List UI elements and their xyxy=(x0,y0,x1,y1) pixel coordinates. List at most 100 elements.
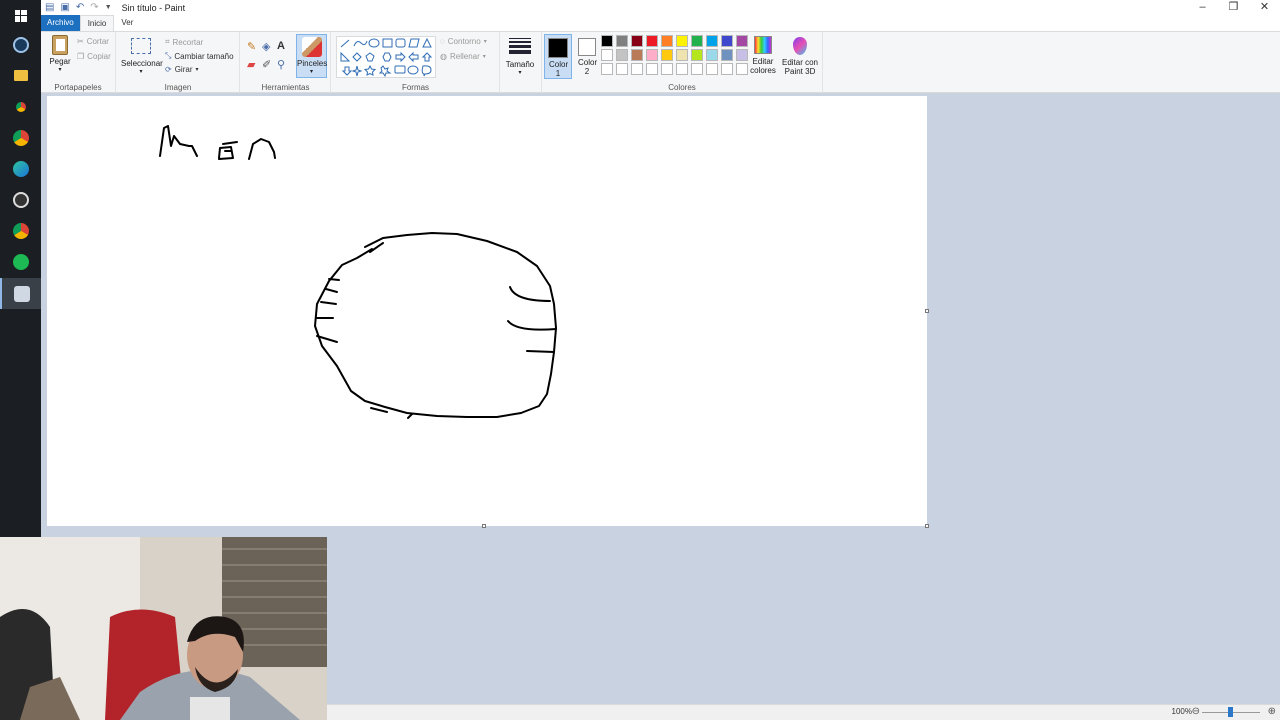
palette-swatch[interactable] xyxy=(661,35,673,47)
palette-swatch[interactable] xyxy=(601,49,613,61)
select-button[interactable]: Seleccionar ▾ xyxy=(121,35,163,77)
chevron-down-icon: ▾ xyxy=(195,67,199,73)
palette-swatch[interactable] xyxy=(631,35,643,47)
cut-label: Cortar xyxy=(86,37,109,46)
palette-swatch[interactable] xyxy=(676,35,688,47)
copy-button[interactable]: ❐ Copiar xyxy=(77,52,111,61)
taskbar xyxy=(0,0,41,537)
pencil-icon[interactable]: ✎ xyxy=(247,40,256,53)
palette-swatch[interactable] xyxy=(616,35,628,47)
redo-icon[interactable]: ↷ xyxy=(90,2,98,13)
selection-icon xyxy=(131,38,151,54)
outline-icon: ◌ xyxy=(440,37,445,46)
magnifier-icon[interactable]: ⚲ xyxy=(277,58,285,71)
rotate-label: Girar xyxy=(174,65,193,74)
customize-toolbar-icon[interactable]: ▼ xyxy=(105,4,112,11)
tab-ver[interactable]: Ver xyxy=(114,15,140,31)
palette-swatch[interactable] xyxy=(721,35,733,47)
windows-start-icon[interactable] xyxy=(0,0,41,31)
shapes-gallery[interactable] xyxy=(336,36,436,78)
undo-icon[interactable]: ↶ xyxy=(76,2,84,13)
edit-colors-button[interactable]: Editar colores xyxy=(746,35,780,75)
palette-swatch[interactable] xyxy=(691,35,703,47)
chrome-icon[interactable] xyxy=(0,215,41,246)
clipboard-icon xyxy=(52,35,68,55)
tab-inicio[interactable]: Inicio xyxy=(79,15,115,31)
palette-swatch[interactable] xyxy=(721,63,733,75)
edit-colors-label: Editar colores xyxy=(750,57,776,75)
palette-swatch[interactable] xyxy=(676,63,688,75)
spotify-icon[interactable] xyxy=(0,246,41,277)
line-width-icon xyxy=(509,38,531,54)
palette-swatch[interactable] xyxy=(691,49,703,61)
file-explorer-icon[interactable] xyxy=(0,60,41,91)
fill-button[interactable]: ◍ Rellenar ▾ xyxy=(440,52,486,61)
zoom-in-icon[interactable]: ⊕ xyxy=(1268,706,1276,717)
quick-access-toolbar: ▤ ▣ ↶ ↷ ▼ xyxy=(41,0,112,15)
paste-button[interactable]: Pegar ▾ xyxy=(47,35,73,75)
zoom-slider-thumb[interactable] xyxy=(1228,707,1233,717)
webcam-image xyxy=(0,537,327,720)
restore-button[interactable]: ❐ xyxy=(1218,0,1249,15)
obs-icon[interactable] xyxy=(0,184,41,215)
text-tool-icon[interactable]: A xyxy=(277,40,285,52)
chevron-down-icon: ▾ xyxy=(139,69,143,75)
steam-icon[interactable] xyxy=(0,29,41,60)
color1-label: Color 1 xyxy=(549,60,569,78)
paint-icon[interactable] xyxy=(0,278,41,309)
palette-swatch[interactable] xyxy=(706,63,718,75)
chevron-down-icon: ▾ xyxy=(483,39,487,45)
size-button[interactable]: Tamaño ▾ xyxy=(504,35,536,78)
palette-swatch[interactable] xyxy=(706,35,718,47)
palette-swatch[interactable] xyxy=(646,63,658,75)
edge-icon[interactable] xyxy=(0,153,41,184)
resize-icon: ⤡ xyxy=(165,51,172,60)
chrome-icon[interactable] xyxy=(0,91,41,122)
fill-icon: ◍ xyxy=(440,52,447,61)
crop-button[interactable]: ⌗ Recortar xyxy=(165,37,203,47)
outline-button[interactable]: ◌ Contorno ▾ xyxy=(440,37,487,46)
palette-swatch[interactable] xyxy=(661,63,673,75)
paint3d-button[interactable]: Editar con Paint 3D xyxy=(779,37,821,76)
palette-swatch[interactable] xyxy=(616,49,628,61)
close-button[interactable]: ✕ xyxy=(1249,0,1280,15)
palette-swatch[interactable] xyxy=(721,49,733,61)
resize-button[interactable]: ⤡ Cambiar tamaño xyxy=(165,51,234,61)
resize-handle-bottom[interactable] xyxy=(482,524,486,528)
fill-bucket-icon[interactable]: ◈ xyxy=(262,40,270,53)
eraser-icon[interactable]: ▰ xyxy=(247,58,255,71)
color1-button[interactable]: Color 1 xyxy=(544,34,572,79)
palette-swatch[interactable] xyxy=(601,35,613,47)
save-icon[interactable]: ▣ xyxy=(60,2,69,13)
rotate-button[interactable]: ⟳ Girar ▾ xyxy=(165,65,199,74)
chrome-icon[interactable] xyxy=(0,122,41,153)
resize-handle-corner[interactable] xyxy=(925,524,929,528)
zoom-out-icon[interactable]: ⊖ xyxy=(1192,706,1200,717)
palette-swatch[interactable] xyxy=(661,49,673,61)
brushes-button[interactable]: Pinceles ▾ xyxy=(296,34,327,78)
palette-swatch[interactable] xyxy=(706,49,718,61)
shapes-icon-grid xyxy=(340,37,433,78)
group-label: Portapapeles xyxy=(54,83,102,92)
shapes-group: ◌ Contorno ▾ ◍ Rellenar ▾ Formas xyxy=(332,32,500,93)
cut-button[interactable]: ✂ Cortar xyxy=(77,37,109,46)
color-picker-icon[interactable]: ✐ xyxy=(262,58,271,71)
palette-swatch[interactable] xyxy=(631,49,643,61)
palette-swatch[interactable] xyxy=(601,63,613,75)
palette-swatch[interactable] xyxy=(646,35,658,47)
rotate-icon: ⟳ xyxy=(165,65,172,74)
palette-swatch[interactable] xyxy=(646,49,658,61)
palette-swatch[interactable] xyxy=(691,63,703,75)
palette-swatch[interactable] xyxy=(676,49,688,61)
tab-archivo[interactable]: Archivo xyxy=(41,15,80,31)
window-title: Sin título - Paint xyxy=(121,2,186,13)
palette-swatch[interactable] xyxy=(616,63,628,75)
palette-swatch[interactable] xyxy=(631,63,643,75)
brushes-label: Pinceles xyxy=(297,59,328,68)
image-group: Seleccionar ▾ ⌗ Recortar ⤡ Cambiar tamaño … xyxy=(117,32,240,93)
chevron-down-icon: ▾ xyxy=(58,67,62,73)
color2-button[interactable]: Color 2 xyxy=(573,34,601,79)
resize-handle-right[interactable] xyxy=(925,309,929,313)
minimize-button[interactable]: – xyxy=(1187,0,1218,15)
drawing-canvas[interactable] xyxy=(47,96,927,526)
